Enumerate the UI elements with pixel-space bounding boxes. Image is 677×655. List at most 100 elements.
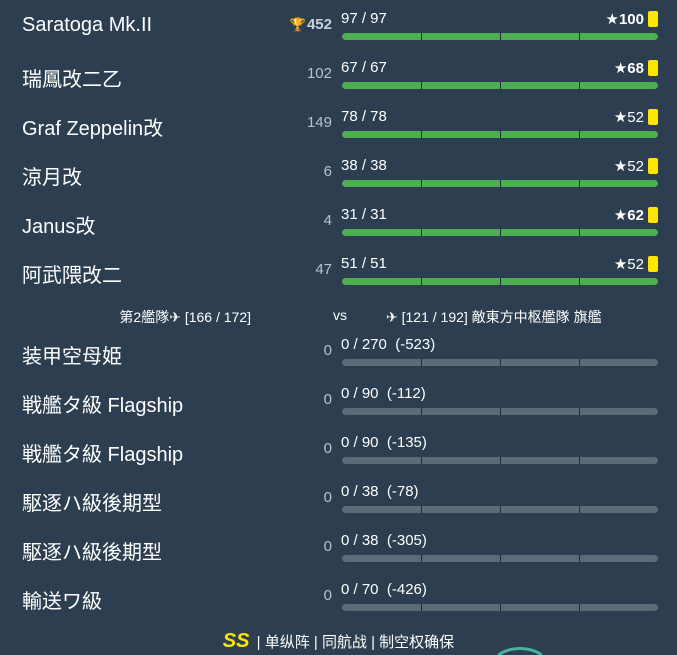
condition-badge: [648, 158, 658, 174]
battle-info: | 单纵阵 | 同航战 | 制空权确保: [256, 634, 455, 651]
ship-level-value: 452: [306, 16, 332, 33]
ship-level-value: 149: [306, 114, 332, 131]
hp-bar-tick: [421, 604, 422, 611]
hp-bar-tick: [421, 278, 422, 285]
ship-condition: ★52: [613, 109, 644, 126]
ship-level: 0: [324, 391, 332, 408]
hp-bar-tick: [579, 33, 580, 40]
hp-bar-tick: [421, 457, 422, 464]
enemy-ship-row[interactable]: 戦艦タ級 Flagship 0 0 / 90 (-112): [0, 377, 677, 426]
hp-bar-tick: [579, 555, 580, 562]
ship-level-value: 6: [323, 163, 332, 180]
ship-level: 47: [315, 261, 332, 278]
hp-bar: [342, 33, 658, 40]
ship-hp: 0 / 90 (-112): [341, 385, 426, 402]
ship-name: 駆逐ハ級後期型: [22, 493, 162, 515]
hp-bar-tick: [500, 278, 501, 285]
ship-level-value: 0: [323, 489, 332, 506]
ship-name: 装甲空母姫: [22, 346, 122, 368]
hp-bar-tick: [421, 359, 422, 366]
ship-level-value: 0: [323, 538, 332, 555]
hp-bar-tick: [500, 229, 501, 236]
enemy-ship-row[interactable]: 装甲空母姫 0 0 / 270 (-523): [0, 328, 677, 377]
hp-bar-tick: [579, 229, 580, 236]
ship-level: 0: [324, 440, 332, 457]
friendly-ship-row[interactable]: Janus改 4 31 / 31 ★62: [0, 198, 677, 247]
ship-hp: 97 / 97: [341, 10, 387, 27]
ship-name: 輸送ワ級: [22, 591, 102, 613]
hp-bar-tick: [579, 604, 580, 611]
ship-name: 阿武隈改二: [22, 265, 122, 287]
friendly-ship-row[interactable]: 涼月改 6 38 / 38 ★52: [0, 149, 677, 198]
hp-bar-tick: [500, 359, 501, 366]
friendly-ship-row[interactable]: 瑞鳳改二乙 102 67 / 67 ★68: [0, 51, 677, 100]
hp-bar: [342, 408, 658, 415]
ship-condition: ★68: [613, 60, 644, 77]
ship-level-value: 47: [315, 261, 332, 278]
hp-bar-tick: [500, 408, 501, 415]
hp-bar: [342, 180, 658, 187]
hp-bar-tick: [421, 131, 422, 138]
ship-hp: 0 / 38 (-78): [341, 483, 419, 500]
hp-bar: [342, 278, 658, 285]
ship-hp: 51 / 51: [341, 255, 387, 272]
ship-name: Janus改: [22, 216, 96, 238]
ship-level: 4: [324, 212, 332, 229]
friendly-ship-row[interactable]: Saratoga Mk.II 🏆452 97 / 97 ★100: [0, 2, 677, 51]
hp-bar-tick: [421, 33, 422, 40]
ship-condition: ★52: [613, 158, 644, 175]
ship-name: 涼月改: [22, 167, 82, 189]
hp-bar: [342, 229, 658, 236]
friendly-ship-row[interactable]: 阿武隈改二 47 51 / 51 ★52: [0, 247, 677, 296]
enemy-ship-row[interactable]: 輸送ワ級 0 0 / 70 (-426): [0, 573, 677, 622]
hp-bar-tick: [421, 82, 422, 89]
hp-bar-tick: [421, 506, 422, 513]
hp-bar-tick: [421, 229, 422, 236]
hp-bar-tick: [579, 278, 580, 285]
hp-bar-tick: [579, 131, 580, 138]
hp-bar-tick: [579, 506, 580, 513]
ship-name: 戦艦タ級 Flagship: [22, 444, 184, 466]
hp-bar: [342, 359, 658, 366]
ship-level-value: 0: [323, 391, 332, 408]
ship-name: 瑞鳳改二乙: [22, 69, 122, 91]
condition-badge: [648, 60, 658, 76]
hp-bar-tick: [421, 408, 422, 415]
ship-hp: 0 / 70 (-426): [341, 581, 427, 598]
battle-result-footer: SS | 单纵阵 | 同航战 | 制空权确保: [0, 630, 677, 653]
enemy-ship-row[interactable]: 駆逐ハ級後期型 0 0 / 38 (-305): [0, 524, 677, 573]
ship-name: Saratoga Mk.II: [22, 14, 153, 36]
friendly-fleet-summary: 第2艦隊✈ [166 / 172]: [119, 309, 251, 325]
hp-bar-tick: [500, 604, 501, 611]
hp-bar-tick: [500, 131, 501, 138]
ship-level: 0: [324, 342, 332, 359]
ship-hp: 0 / 90 (-135): [341, 434, 427, 451]
hp-bar: [342, 555, 658, 562]
enemy-ship-row[interactable]: 駆逐ハ級後期型 0 0 / 38 (-78): [0, 475, 677, 524]
hp-bar: [342, 82, 658, 89]
ship-condition: ★62: [613, 207, 644, 224]
ship-level: 0: [324, 489, 332, 506]
vs-label: vs: [333, 307, 347, 323]
ship-level-value: 102: [306, 65, 332, 82]
battle-rank: SS: [222, 630, 250, 652]
hp-bar-tick: [579, 82, 580, 89]
hp-bar-tick: [500, 457, 501, 464]
hp-bar-tick: [579, 180, 580, 187]
ship-hp: 31 / 31: [341, 206, 387, 223]
ship-level-value: 0: [323, 440, 332, 457]
friendly-ship-row[interactable]: Graf Zeppelin改 149 78 / 78 ★52: [0, 100, 677, 149]
hp-bar-tick: [579, 457, 580, 464]
ship-condition: ★52: [613, 256, 644, 273]
ship-name: 駆逐ハ級後期型: [22, 542, 162, 564]
ship-hp: 78 / 78: [341, 108, 387, 125]
ship-level: 0: [324, 538, 332, 555]
enemy-ship-row[interactable]: 戦艦タ級 Flagship 0 0 / 90 (-135): [0, 426, 677, 475]
ship-level: 0: [324, 587, 332, 604]
hp-bar-tick: [500, 506, 501, 513]
hp-bar-tick: [579, 408, 580, 415]
hp-bar: [342, 457, 658, 464]
hp-bar: [342, 131, 658, 138]
ship-hp: 0 / 270 (-523): [341, 336, 436, 353]
hp-bar: [342, 506, 658, 513]
